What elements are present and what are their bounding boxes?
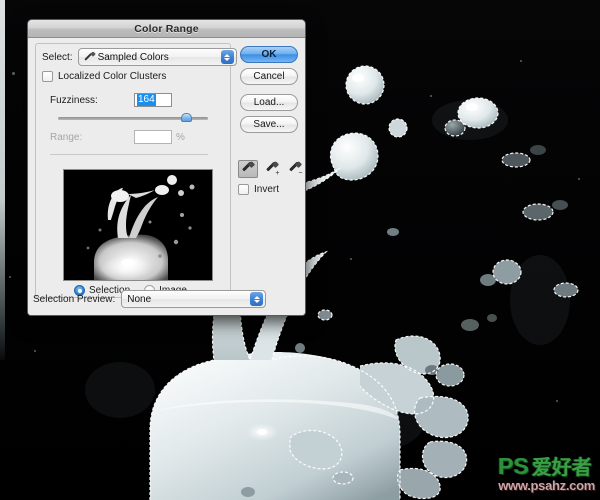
dialog-title-bar[interactable]: Color Range [28,20,305,38]
fuzziness-label: Fuzziness: [50,94,98,106]
selection-preview-dropdown[interactable]: None [121,290,267,308]
eyedropper-icon [84,52,95,63]
eyedropper-icon[interactable] [238,160,258,178]
eyedropper-subtract-icon[interactable]: − [286,160,304,177]
chevron-updown-icon [250,292,264,306]
canvas-speck [12,72,15,75]
invert-label: Invert [254,184,280,195]
dialog-button-column: OK Cancel Load... Save... [240,46,302,138]
thumbnail-mask-artwork [64,170,212,280]
load-button[interactable]: Load... [240,94,298,111]
selection-preview-label: Selection Preview: [33,293,116,305]
canvas-speck [350,258,352,260]
site-watermark: PS 爱好者 www.psahz.com [498,453,595,493]
fuzziness-value: 164 [137,94,156,106]
range-row: Range: % [50,130,225,144]
select-label: Select: [42,51,73,63]
canvas-speck [520,60,522,62]
localized-color-clusters-checkbox[interactable] [42,71,53,82]
watermark-brand-cn: 爱好者 [531,457,592,479]
selection-preview-thumbnail[interactable] [63,169,213,281]
color-range-dialog[interactable]: Color Range Select: Sampled Colors Local… [27,19,306,316]
select-row: Select: Sampled Colors [42,48,237,66]
fuzziness-input[interactable]: 164 [134,93,172,107]
canvas-speck [578,178,580,180]
range-unit-label: % [176,131,185,143]
invert-checkbox[interactable] [238,184,249,195]
select-value: Sampled Colors [97,51,169,63]
save-button[interactable]: Save... [240,116,298,133]
dialog-body: Select: Sampled Colors Localized Color C… [28,38,305,315]
range-input[interactable] [134,130,172,144]
selection-preview-value: None [127,293,152,305]
canvas-speck [430,95,432,97]
watermark-brand-latin: PS [498,453,529,479]
select-dropdown[interactable]: Sampled Colors [77,48,237,66]
eyedropper-tool-group: + − [238,160,304,178]
localized-color-clusters-label: Localized Color Clusters [58,71,167,82]
chevron-updown-icon [220,50,234,64]
canvas-speck [9,276,11,278]
dialog-title: Color Range [134,22,199,35]
cancel-button[interactable]: Cancel [240,68,298,85]
fuzziness-row: Fuzziness: 164 [50,93,220,107]
localized-color-clusters-row[interactable]: Localized Color Clusters [42,71,166,82]
selection-preview-row: Selection Preview: None [33,290,267,308]
range-label: Range: [50,131,83,143]
invert-row[interactable]: Invert [238,184,279,195]
watermark-url: www.psahz.com [498,478,595,493]
watermark-brand: PS 爱好者 [498,453,595,480]
ok-button[interactable]: OK [240,46,298,63]
fuzziness-slider-handle[interactable] [180,113,192,124]
fuzziness-slider[interactable] [58,112,208,125]
canvas-speck [34,350,36,352]
screenshot-root: Color Range Select: Sampled Colors Local… [0,0,600,500]
eyedropper-add-icon[interactable]: + [263,160,281,177]
group-divider [50,154,208,155]
canvas-speck [556,400,558,402]
